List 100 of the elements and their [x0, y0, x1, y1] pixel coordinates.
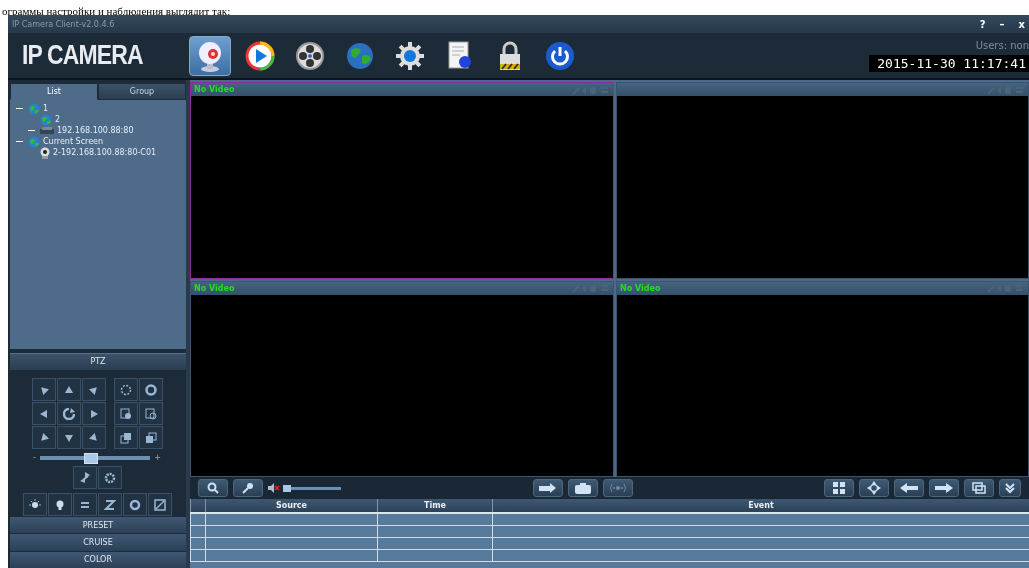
pane-status: No Video — [194, 85, 235, 94]
tree-item[interactable]: 192.168.100.88:80 — [57, 126, 134, 136]
ptz-button[interactable] — [72, 493, 97, 517]
arrow-left-icon — [900, 483, 918, 493]
section-header[interactable]: CRUISE — [10, 534, 186, 551]
ptz-button[interactable] — [56, 402, 81, 426]
arrow-icon — [63, 384, 74, 395]
previous-button[interactable] — [894, 479, 924, 497]
record-button[interactable] — [532, 479, 563, 497]
video-pane[interactable]: No Video — [190, 82, 614, 279]
video-pane[interactable]: No Video — [616, 280, 1029, 477]
ptz-button[interactable] — [47, 493, 72, 517]
tree-item[interactable]: 2-192.168.100.88:80-C01 — [53, 148, 157, 158]
pane-tools-icon — [987, 283, 1025, 293]
ptz-button[interactable] — [81, 378, 106, 402]
ptz-button[interactable] — [138, 402, 163, 426]
ptz-button[interactable] — [56, 378, 81, 402]
ptz-button[interactable] — [122, 493, 147, 517]
intercom-button[interactable] — [602, 479, 633, 497]
pane-tools-icon — [572, 283, 610, 293]
tree-item[interactable]: Current Screen — [43, 137, 104, 147]
snapshot-button[interactable] — [567, 479, 598, 497]
search-icon — [207, 482, 219, 494]
ptz-button[interactable] — [81, 402, 106, 426]
microphone-icon — [242, 482, 254, 494]
slider-thumb[interactable] — [83, 452, 98, 464]
ring-icon — [128, 498, 141, 511]
arrow-right-icon — [538, 483, 557, 493]
ptz-button[interactable] — [31, 402, 56, 426]
ptz-button[interactable] — [138, 378, 163, 402]
ptz-button[interactable] — [859, 479, 889, 497]
globe-icon — [28, 102, 40, 115]
volume-slider[interactable] — [283, 486, 341, 490]
window-control[interactable]: – — [995, 18, 1009, 30]
search-button[interactable] — [198, 479, 228, 497]
user-label: Users: non — [975, 39, 1029, 51]
section-header[interactable]: PRESET — [10, 517, 186, 534]
ptz-button[interactable] — [97, 493, 122, 517]
crosshair-icon — [867, 481, 881, 495]
arrow-icon — [38, 384, 49, 395]
next-button[interactable] — [929, 479, 959, 497]
column-header[interactable]: Source — [205, 499, 377, 512]
tree-item[interactable]: 2 — [55, 115, 61, 125]
camera-icon — [40, 146, 50, 159]
ptz-button[interactable] — [31, 426, 56, 450]
camera-icon — [574, 482, 591, 494]
ptz-button[interactable] — [113, 402, 138, 426]
intercom-icon — [608, 483, 627, 493]
switch-icon — [972, 482, 986, 494]
globe-icon — [40, 113, 52, 126]
arrow-icon — [38, 408, 49, 419]
arrow-icon — [63, 432, 74, 443]
pane-tools-icon — [987, 84, 1025, 95]
expand-button[interactable] — [999, 479, 1021, 497]
ptz-button[interactable] — [138, 426, 163, 450]
globe-icon — [28, 135, 40, 148]
section-header[interactable]: COLOR — [10, 551, 186, 568]
ptz-button[interactable] — [113, 378, 138, 402]
lock-icon — [498, 39, 522, 72]
ptz-button[interactable] — [97, 466, 122, 490]
window-control[interactable]: ? — [975, 18, 990, 30]
minus-label: - — [33, 453, 36, 463]
panel-tab[interactable]: Group — [98, 83, 186, 101]
chevron-down-icon — [1004, 482, 1016, 494]
ptz-button[interactable] — [31, 378, 56, 402]
tree-item[interactable]: 1 — [43, 104, 49, 114]
ptz-button[interactable] — [72, 466, 97, 490]
window-title: IP Camera Client-v2.0.4.6 — [12, 19, 115, 29]
ptz-button[interactable] — [22, 493, 47, 517]
video-pane[interactable] — [616, 82, 1029, 279]
video-pane[interactable]: No Video — [190, 280, 614, 477]
ptz-button[interactable] — [56, 426, 81, 450]
ptz-button[interactable] — [81, 426, 106, 450]
arrow-icon — [88, 408, 99, 419]
document-text: ограммы настройки и наблюдения выглядит так: — [1, 4, 231, 19]
arrow-icon — [88, 432, 99, 443]
section-header[interactable]: PTZ — [10, 352, 186, 371]
microphone-button[interactable] — [233, 479, 263, 497]
layout-button[interactable] — [824, 479, 854, 497]
rotate-icon — [62, 407, 75, 420]
switch-button[interactable] — [964, 479, 994, 497]
toolbar-button[interactable] — [189, 35, 231, 76]
power-icon — [545, 40, 575, 71]
recorder-icon — [40, 126, 54, 135]
document-icon — [447, 40, 473, 71]
column-header[interactable]: Event — [492, 499, 1029, 512]
light-icon — [28, 498, 41, 511]
grid-icon — [833, 482, 845, 494]
zigzag-icon — [103, 498, 116, 511]
play-icon — [245, 40, 275, 71]
ptz-button[interactable] — [147, 493, 172, 517]
pane-status: No Video — [620, 283, 661, 293]
arrow-icon — [38, 432, 49, 443]
panel-tab[interactable]: List — [10, 83, 98, 101]
column-header[interactable]: Time — [377, 499, 492, 512]
film-reel-icon — [295, 40, 325, 71]
window-control[interactable]: x — [1014, 18, 1029, 30]
arrow-right-icon — [935, 483, 953, 493]
ptz-button[interactable] — [113, 426, 138, 450]
slash-box-icon — [153, 498, 166, 511]
